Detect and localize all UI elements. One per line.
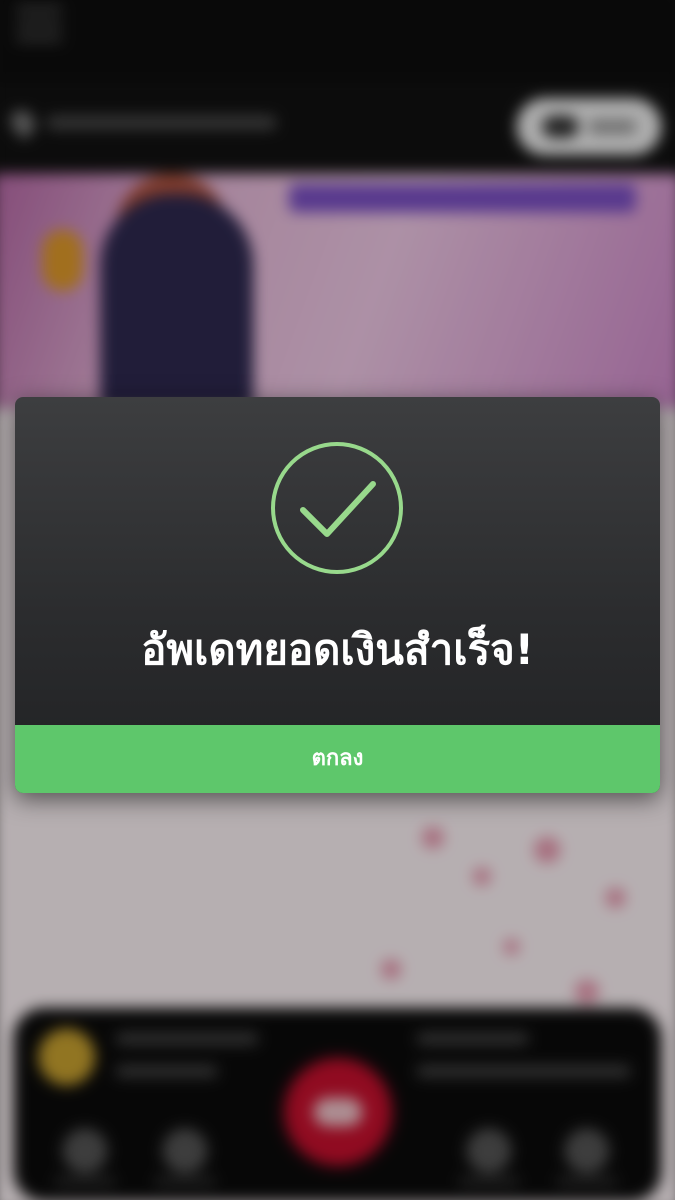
ok-button[interactable]: ตกลง (15, 725, 660, 793)
check-circle-icon (271, 442, 403, 574)
dialog-message: อัพเดทยอดเงินสำเร็จ! (141, 625, 534, 674)
success-dialog: อัพเดทยอดเงินสำเร็จ! ตกลง (15, 397, 660, 793)
